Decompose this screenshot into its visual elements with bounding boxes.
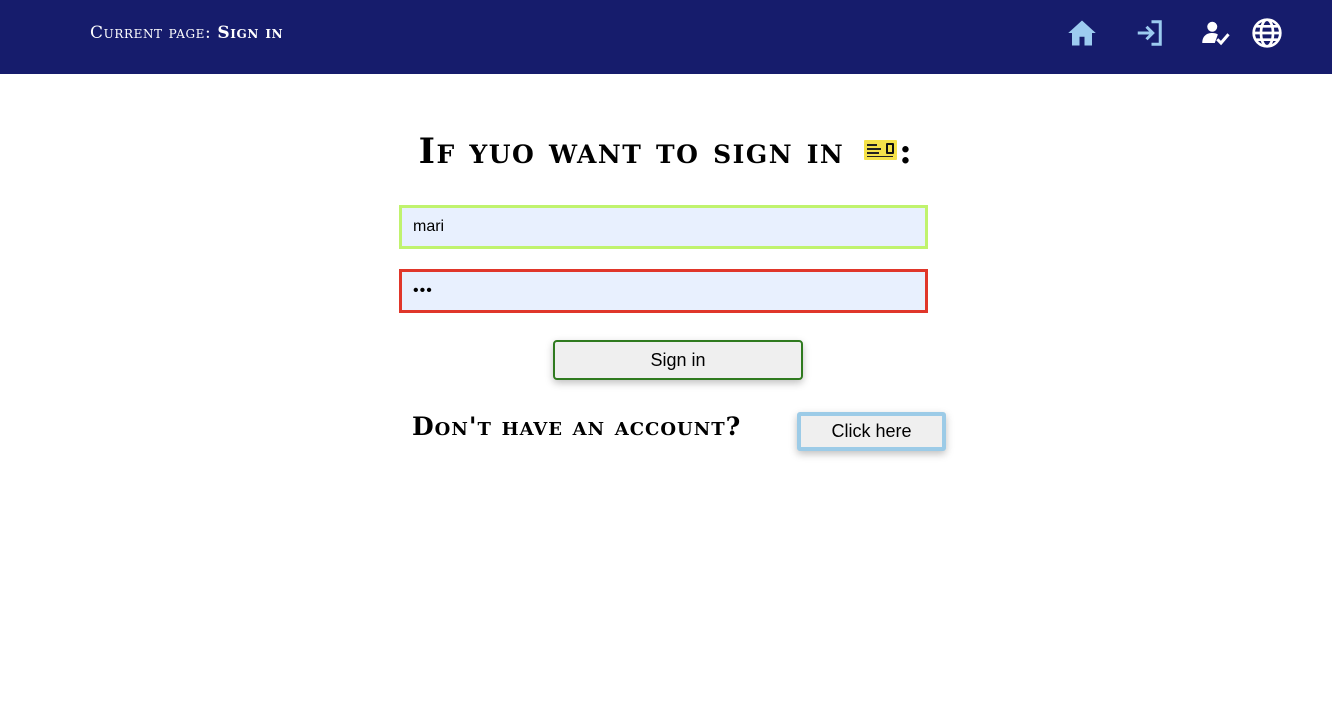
current-page-prefix: Current page: [90, 23, 218, 43]
username-field[interactable] [399, 205, 928, 249]
page-heading: If yuo want to sign in : [0, 131, 1332, 172]
sign-in-button[interactable]: Sign in [553, 340, 803, 380]
current-page-indicator: Current page: Sign in [90, 23, 283, 43]
no-account-text: Don't have an account? [412, 412, 742, 441]
login-icon[interactable] [1132, 16, 1166, 50]
user-check-icon[interactable] [1199, 16, 1233, 50]
current-page-name: Sign in [217, 23, 284, 43]
globe-icon[interactable] [1250, 16, 1284, 50]
top-navigation-bar: Current page: Sign in [0, 0, 1332, 74]
concert-ticket-icon [863, 139, 897, 160]
register-link-button[interactable]: Click here [797, 412, 946, 451]
home-icon[interactable] [1065, 16, 1099, 50]
heading-suffix: : [898, 131, 914, 172]
password-field[interactable] [399, 269, 928, 313]
heading-text: If yuo want to sign in [418, 131, 845, 172]
